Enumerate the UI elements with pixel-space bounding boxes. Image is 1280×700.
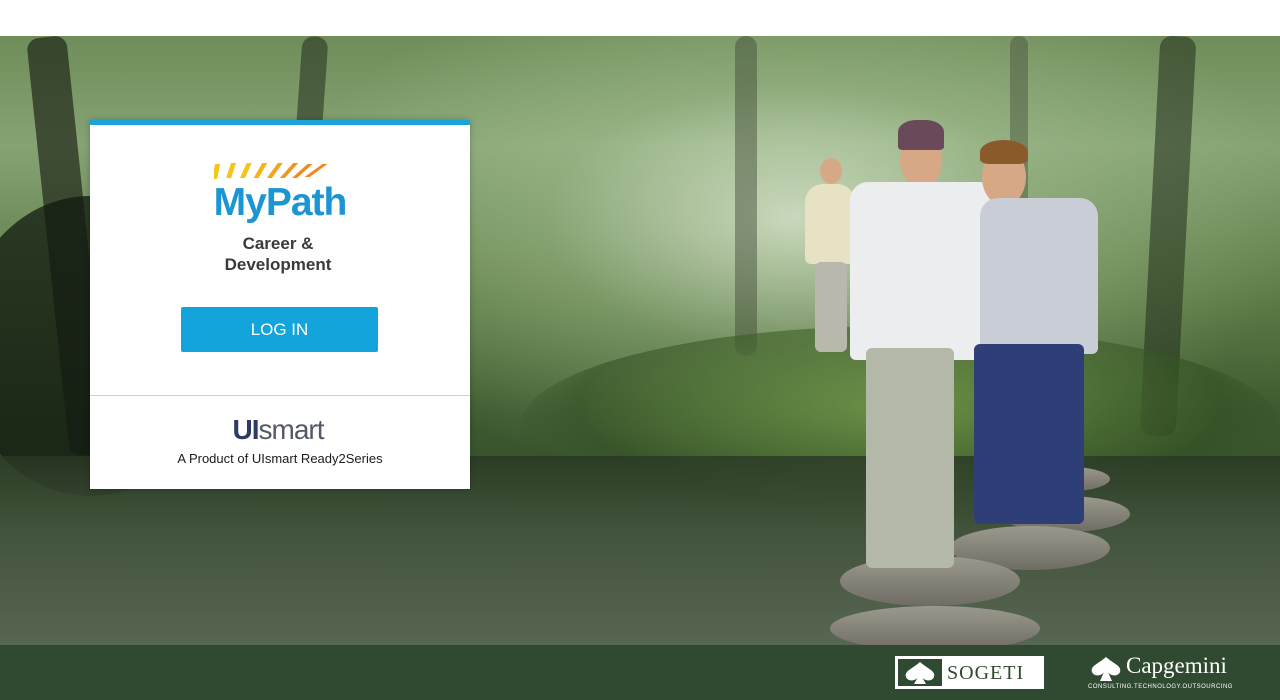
login-card: MyPath Career & Development LOG IN UIsma… (90, 120, 470, 489)
sogeti-logo: SOGETI (895, 656, 1044, 689)
capgemini-wordmark: Capgemini (1126, 653, 1227, 678)
subtitle-line-1: Career & (242, 234, 314, 253)
sogeti-wordmark: SOGETI (947, 662, 1025, 684)
app-subtitle: Career & Development (90, 233, 466, 275)
card-divider (90, 395, 470, 396)
login-button[interactable]: LOG IN (181, 307, 378, 352)
capgemini-logo: Capgemini CONSULTING.TECHNOLOGY.OUTSOURC… (1088, 653, 1233, 693)
subtitle-line-2: Development (224, 255, 332, 274)
footer: SOGETI Capgemini CONSULTING.TECHNOLOGY.O… (0, 645, 1280, 700)
uismart-logo: UIsmart (90, 414, 466, 446)
product-attribution: A Product of UIsmart Ready2Series (177, 451, 383, 466)
sun-rays-icon (214, 163, 328, 179)
uismart-logo-ui: UI (232, 414, 260, 445)
spade-mark-icon (898, 659, 942, 686)
spade-mark-icon (1091, 657, 1121, 681)
top-bar (0, 0, 1280, 36)
mypath-logo: MyPath (213, 181, 348, 224)
uismart-logo-smart: smart (258, 414, 325, 445)
capgemini-tagline: CONSULTING.TECHNOLOGY.OUTSOURCING (1088, 684, 1233, 690)
